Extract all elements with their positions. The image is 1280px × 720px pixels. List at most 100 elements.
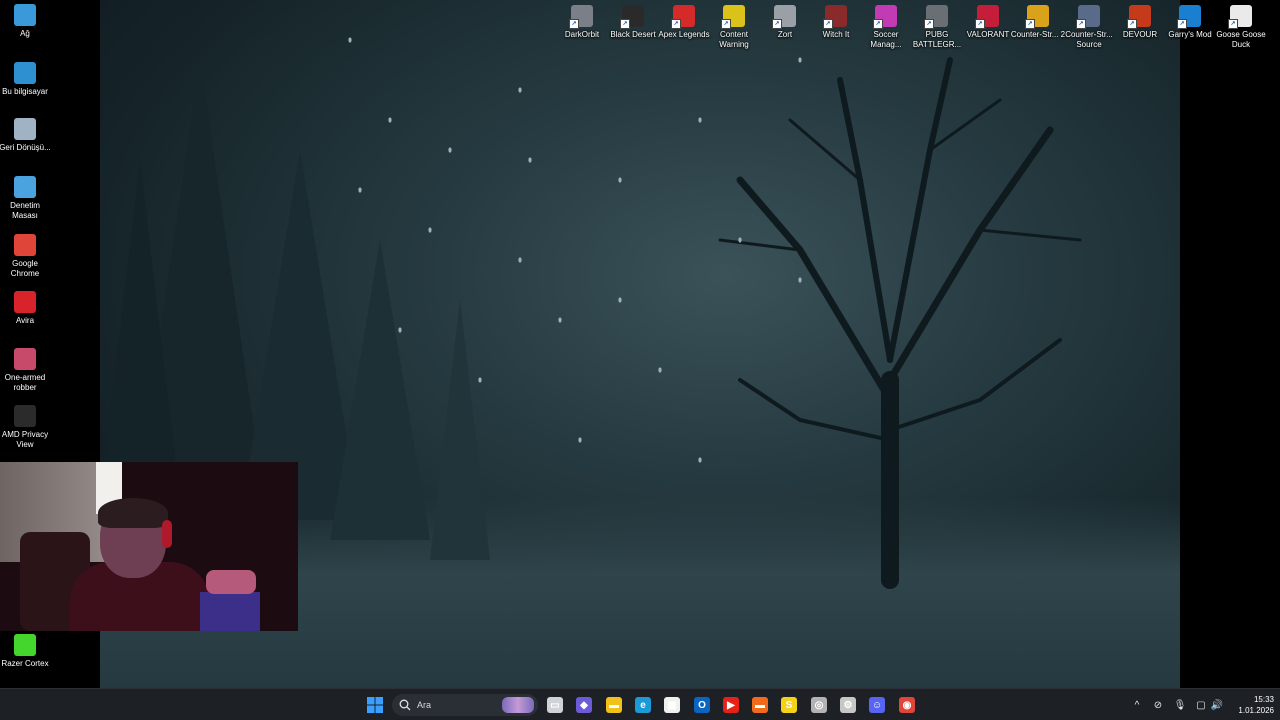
taskbar-app-button[interactable]: O xyxy=(690,694,714,716)
desktop-icon[interactable]: AMD Privacy View xyxy=(0,405,51,450)
desktop-icon-label: Google Chrome xyxy=(10,259,40,278)
taskbar-search[interactable]: Ara xyxy=(392,694,538,716)
file-explorer-icon: ▬ xyxy=(606,697,622,713)
shortcut-arrow-icon: ↗ xyxy=(1228,19,1238,29)
desktop-shortcut[interactable]: ↗ PUBG BATTLEGR... xyxy=(911,5,963,50)
pine-tree xyxy=(330,240,430,540)
snowflake xyxy=(578,437,582,443)
taskbar-app-button[interactable]: ▶ xyxy=(719,694,743,716)
taskbar-app-button[interactable]: ▭ xyxy=(543,694,567,716)
taskbar-app-button[interactable]: ◎ xyxy=(807,694,831,716)
taskbar-app-button[interactable]: e xyxy=(631,694,655,716)
desktop-shortcut-label: Zort xyxy=(777,30,793,39)
desktop-shortcut[interactable]: ↗ Black Desert xyxy=(607,5,659,40)
desktop-shortcut[interactable]: ↗ DEVOUR xyxy=(1114,5,1166,40)
taskbar-app-button[interactable]: ▬ xyxy=(602,694,626,716)
speaker-icon[interactable]: 🔊 xyxy=(1210,698,1224,712)
desktop-shortcut[interactable]: ↗ Content Warning xyxy=(708,5,760,50)
snowflake xyxy=(518,257,522,263)
desktop-icon[interactable]: Avira xyxy=(0,291,51,326)
shortcut-arrow-icon: ↗ xyxy=(721,19,731,29)
snowflake xyxy=(348,37,352,43)
desktop-shortcut-label: Content Warning xyxy=(719,30,749,49)
shortcut-arrow-icon: ↗ xyxy=(924,19,934,29)
desktop-shortcut[interactable]: ↗ Soccer Manag... xyxy=(860,5,912,50)
shortcut-arrow-icon: ↗ xyxy=(1177,19,1187,29)
desktop-icon-label: Avira xyxy=(15,316,35,325)
desktop-shortcut[interactable]: ↗ Witch It xyxy=(810,5,862,40)
desktop-shortcut[interactable]: ↗ Garry's Mod xyxy=(1164,5,1216,40)
desktop-icon-label: Bu bilgisayar xyxy=(2,87,48,96)
desktop-shortcut-label: Goose Goose Duck xyxy=(1216,30,1266,49)
recycle-bin-icon xyxy=(14,118,36,140)
chrome-icon xyxy=(14,234,36,256)
snowflake xyxy=(798,57,802,63)
display-tray-icon[interactable]: ▢ xyxy=(1194,698,1208,712)
shortcut-arrow-icon: ↗ xyxy=(975,19,985,29)
taskbar-app-button[interactable]: S xyxy=(777,694,801,716)
desktop-shortcut[interactable]: ↗ Goose Goose Duck xyxy=(1215,5,1267,50)
desktop-icon[interactable]: One-armed robber xyxy=(0,348,51,393)
snowflake xyxy=(798,277,802,283)
desktop-icon-label: One-armed robber xyxy=(4,373,46,392)
taskbar-app-button[interactable]: ◉ xyxy=(895,694,919,716)
clock[interactable]: 15:33 1.01.2026 xyxy=(1226,694,1274,716)
taskbar-app-button[interactable]: ▬ xyxy=(748,694,772,716)
black-desert-icon: ↗ xyxy=(620,5,644,29)
desktop-shortcut-label: PUBG BATTLEGR... xyxy=(912,30,962,49)
snowflake xyxy=(448,147,452,153)
show-hidden-icons-chevron[interactable]: ^ xyxy=(1130,698,1144,712)
desktop-shortcut[interactable]: ↗ Apex Legends xyxy=(658,5,710,40)
snowflake xyxy=(398,327,402,333)
chrome-taskbar-icon: ◉ xyxy=(899,697,915,713)
taskbar-app-button[interactable]: ▦ xyxy=(660,694,684,716)
desktop-icon[interactable]: Denetim Masası xyxy=(0,176,51,221)
desktop-shortcut[interactable]: ↗ Counter-Str... 2 xyxy=(1011,5,1065,40)
taskbar-app-button[interactable]: ☺ xyxy=(865,694,889,716)
taskbar-app-button[interactable]: ◆ xyxy=(572,694,596,716)
snowflake xyxy=(698,117,702,123)
bare-tree xyxy=(718,57,1082,589)
desktop-shortcut-label: Soccer Manag... xyxy=(870,30,902,49)
snowflake xyxy=(738,237,742,243)
garrys-mod-icon: ↗ xyxy=(1177,5,1201,29)
clock-date: 1.01.2026 xyxy=(1238,706,1274,715)
amd-privacy-icon xyxy=(14,405,36,427)
webcam-overlay xyxy=(0,462,298,631)
desktop-shortcut-label: Black Desert xyxy=(610,30,656,39)
steam-icon: ⚙ xyxy=(840,697,856,713)
cs-source-icon: ↗ xyxy=(1076,5,1100,29)
taskbar-app-button[interactable]: ⚙ xyxy=(836,694,860,716)
s-app-icon: S xyxy=(781,697,797,713)
desktop-icon-label: Ağ xyxy=(20,29,30,38)
discord-icon: ☺ xyxy=(869,697,885,713)
shortcut-arrow-icon: ↗ xyxy=(772,19,782,29)
microphone-icon[interactable]: 🎙 xyxy=(1173,698,1187,712)
desktop-shortcut-label: VALORANT xyxy=(966,30,1010,39)
microsoft-store-icon: ▦ xyxy=(664,697,680,713)
windows-icon xyxy=(367,697,383,713)
slot-machine-icon xyxy=(14,348,36,370)
desktop-shortcut[interactable]: ↗ VALORANT xyxy=(962,5,1014,40)
orange-app-icon: ▬ xyxy=(752,697,768,713)
desktop-shortcut[interactable]: ↗ Zort xyxy=(759,5,811,40)
desktop-icon[interactable]: Razer Cortex xyxy=(0,634,51,669)
desktop-icon[interactable]: Bu bilgisayar xyxy=(0,62,51,97)
desktop-shortcut[interactable]: ↗ Counter-Str... Source xyxy=(1063,5,1115,50)
desktop-icon[interactable]: Ağ xyxy=(0,4,51,39)
snowflake xyxy=(358,187,362,193)
desktop-icon[interactable]: Geri Dönüşü... xyxy=(0,118,51,153)
desktop-shortcut[interactable]: ↗ DarkOrbit xyxy=(556,5,608,40)
taskbar: Ara ▭ ◆ ▬ e ▦ O ▶ ▬ S ◎ ⚙ ☺ ◉ ^ ⊘ 🎙 ▢ 🔊 15:33 1.01.2… xyxy=(0,688,1280,720)
start-button[interactable] xyxy=(363,694,387,716)
outlook-icon: O xyxy=(694,697,710,713)
shortcut-arrow-icon: ↗ xyxy=(1076,19,1086,29)
desktop-icon[interactable]: Google Chrome xyxy=(0,234,51,279)
shortcut-arrow-icon: ↗ xyxy=(873,19,883,29)
content-warning-icon: ↗ xyxy=(721,5,745,29)
clock-time: 15:33 xyxy=(1253,695,1274,704)
network-tray-icon[interactable]: ⊘ xyxy=(1151,698,1165,712)
shortcut-arrow-icon: ↗ xyxy=(823,19,833,29)
valorant-icon: ↗ xyxy=(975,5,999,29)
desktop-shortcut-label: Witch It xyxy=(822,30,850,39)
